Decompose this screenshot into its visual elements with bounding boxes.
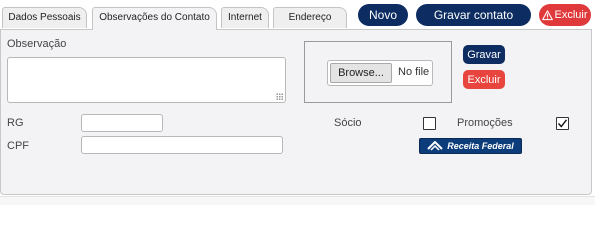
warning-icon — [542, 9, 554, 20]
file-input[interactable]: Browse... No file — [327, 60, 433, 86]
cpf-input[interactable] — [81, 136, 283, 154]
tab-observacoes-do-contato[interactable]: Observações do Contato — [92, 7, 217, 30]
browse-button[interactable]: Browse... — [330, 63, 392, 83]
tab-dados-pessoais[interactable]: Dados Pessoais — [2, 7, 87, 28]
excluir-button[interactable]: Excluir — [463, 70, 505, 89]
observacoes-panel: Observação Browse... No file Gravar Excl… — [0, 29, 592, 195]
horizontal-scrollbar[interactable] — [0, 196, 595, 205]
promocoes-label: Promoções — [457, 117, 513, 129]
socio-checkbox[interactable] — [423, 117, 436, 130]
file-upload-box: Browse... No file — [304, 41, 452, 103]
gravar-contato-button[interactable]: Gravar contato — [416, 4, 531, 26]
cpf-label: CPF — [7, 140, 29, 152]
tab-endereco[interactable]: Endereço — [273, 7, 347, 28]
receita-federal-button[interactable]: Receita Federal — [419, 138, 522, 154]
observacao-textarea[interactable] — [7, 57, 286, 103]
observacao-label: Observação — [7, 38, 67, 50]
resize-grip-icon[interactable] — [276, 93, 283, 100]
receita-federal-label: Receita Federal — [447, 141, 514, 151]
rg-input[interactable] — [81, 114, 163, 132]
tab-internet[interactable]: Internet — [221, 7, 269, 28]
receita-federal-logo-icon — [427, 141, 443, 151]
gravar-button[interactable]: Gravar — [463, 45, 505, 64]
excluir-contato-button[interactable]: Excluir — [539, 4, 591, 26]
promocoes-checkbox[interactable] — [556, 117, 569, 130]
check-icon — [557, 119, 568, 128]
excluir-contato-label: Excluir — [554, 9, 588, 21]
file-status: No file — [398, 66, 430, 78]
rg-label: RG — [7, 117, 24, 129]
novo-button[interactable]: Novo — [358, 4, 408, 26]
socio-label: Sócio — [334, 117, 362, 129]
